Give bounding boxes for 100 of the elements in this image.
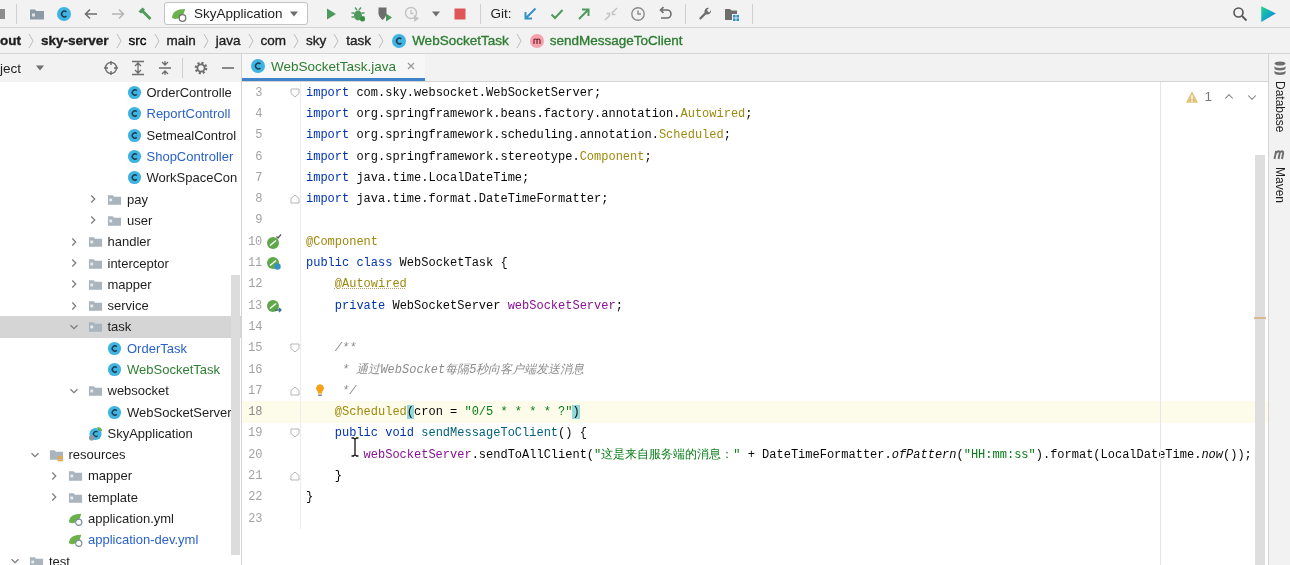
- tree-item[interactable]: ShopController: [0, 145, 241, 168]
- fold-marker-icon[interactable]: [290, 194, 300, 205]
- clock-icon[interactable]: [630, 5, 647, 22]
- breadcrumb-item[interactable]: main: [166, 33, 196, 48]
- line-number: 22: [247, 490, 263, 505]
- fold-marker-icon[interactable]: [290, 343, 300, 354]
- line-number: 21: [247, 469, 263, 483]
- caret-icon[interactable]: [431, 10, 442, 17]
- gear-icon[interactable]: [192, 60, 209, 76]
- line-number: 3: [254, 85, 263, 100]
- class-icon: [126, 170, 142, 186]
- caret-icon[interactable]: [35, 65, 45, 71]
- scrollbar-thumb[interactable]: [231, 275, 240, 555]
- code-line: import org.springframework.scheduling.annotation.Scheduled;: [306, 128, 731, 143]
- chevron-icon: [153, 32, 160, 49]
- spring-class-icon: [87, 425, 103, 441]
- code-line: private WebSocketServer webSocketServer;: [334, 298, 623, 313]
- caret-icon: [288, 10, 299, 17]
- code-line: import com.sky.websocket.WebSocketServer;: [306, 85, 602, 100]
- panel-title[interactable]: ject: [0, 60, 21, 76]
- tree-item[interactable]: mapper: [0, 273, 241, 295]
- arrow-down-left-icon[interactable]: [522, 5, 539, 22]
- collapse-all-icon[interactable]: [156, 60, 173, 76]
- tree-item[interactable]: task: [0, 316, 241, 338]
- tree-item[interactable]: WorkSpaceCon: [0, 167, 241, 189]
- yml-file-icon: [68, 511, 83, 527]
- tool-window-button[interactable]: Maven: [1271, 146, 1288, 204]
- tree-item[interactable]: handler: [0, 231, 241, 253]
- breadcrumb-item[interactable]: task: [346, 33, 372, 48]
- hammer-icon[interactable]: [136, 5, 153, 22]
- tree-item[interactable]: user: [0, 209, 241, 232]
- resources-folder-icon: [48, 447, 64, 463]
- line-number: 14: [247, 319, 263, 334]
- lightbulb-icon[interactable]: [313, 382, 327, 399]
- wrench-icon[interactable]: [697, 5, 714, 22]
- run-configuration-dropdown[interactable]: SkyApplication: [164, 2, 308, 25]
- shield-play-icon[interactable]: [377, 5, 394, 22]
- line-number: 4: [254, 106, 263, 121]
- search-icon[interactable]: [1231, 5, 1248, 22]
- line-number: 8: [254, 192, 263, 207]
- expand-all-icon[interactable]: [129, 60, 146, 76]
- tree-item[interactable]: pay: [0, 188, 241, 210]
- class-icon: [126, 106, 142, 122]
- chevron-icon: [333, 32, 340, 49]
- code-line: /**: [334, 341, 357, 356]
- tree-item[interactable]: test: [0, 550, 241, 565]
- code-line: }: [334, 469, 342, 483]
- tree-item[interactable]: application.yml: [0, 507, 241, 530]
- spring-bean-icon[interactable]: [266, 297, 283, 314]
- spring-bean-icon[interactable]: [266, 255, 283, 271]
- line-number: 7: [254, 170, 263, 185]
- chevron-icon: [202, 32, 209, 49]
- code-line: @Component: [306, 234, 378, 249]
- undo-icon[interactable]: [657, 5, 674, 22]
- class-icon: [107, 362, 122, 377]
- tree-item[interactable]: SkyApplication: [0, 422, 241, 445]
- fold-marker-icon[interactable]: [290, 428, 300, 439]
- folder-icon: [87, 319, 103, 335]
- breadcrumb-item[interactable]: java: [215, 33, 241, 48]
- breadcrumb-item[interactable]: sendMessageToClient: [528, 32, 683, 49]
- breadcrumb-item[interactable]: src: [128, 33, 147, 48]
- chevron-icon: [293, 32, 300, 49]
- breadcrumb-item[interactable]: WebSocketTask: [391, 32, 509, 49]
- inspection-widget[interactable]: 1: [1185, 89, 1258, 104]
- tree-item[interactable]: service: [0, 294, 241, 317]
- tree-item[interactable]: application-dev.yml: [0, 529, 241, 551]
- code-line: public class WebSocketTask {: [306, 256, 508, 270]
- warning-icon: [1185, 89, 1200, 104]
- tree-item[interactable]: OrderControlle: [0, 82, 241, 104]
- tree-item[interactable]: WebSocketTask: [0, 358, 241, 381]
- spring-bean-icon[interactable]: [266, 233, 283, 250]
- code-line: * 通过WebSocket每隔5秒向客户端发送消息: [342, 362, 585, 378]
- tree-item[interactable]: websocket: [0, 380, 241, 402]
- breadcrumb-item[interactable]: out: [0, 33, 21, 48]
- tree-item[interactable]: template: [0, 486, 241, 508]
- tree-item[interactable]: OrderTask: [0, 337, 241, 359]
- fold-marker-icon[interactable]: [290, 87, 300, 98]
- fold-marker-icon[interactable]: [290, 385, 300, 396]
- tree-item[interactable]: SetmealControl: [0, 124, 241, 146]
- breadcrumb-item[interactable]: com: [260, 33, 287, 48]
- tree-item[interactable]: WebSocketServer: [0, 401, 241, 423]
- fold-marker-icon[interactable]: [290, 471, 300, 481]
- class-icon[interactable]: [55, 5, 72, 22]
- tree-item[interactable]: interceptor: [0, 252, 241, 274]
- scrollbar-thumb[interactable]: [1255, 155, 1265, 565]
- chevron-icon: [115, 32, 122, 49]
- folder-icon: [87, 234, 103, 250]
- tree-item[interactable]: ReportControll: [0, 103, 241, 125]
- bug-icon[interactable]: [350, 5, 367, 22]
- breadcrumb-item[interactable]: sky-server: [41, 33, 109, 48]
- tool-window-button[interactable]: Database: [1271, 60, 1288, 133]
- logo-icon[interactable]: [1258, 4, 1277, 23]
- tree-item[interactable]: mapper: [0, 465, 241, 487]
- code-line: import java.time.format.DateTimeFormatter;: [306, 192, 609, 207]
- breadcrumb-item[interactable]: sky: [306, 33, 327, 48]
- code-line: import org.springframework.beans.factory.annotation.Autowired;: [306, 106, 753, 121]
- class-icon: [126, 85, 142, 101]
- tree-item[interactable]: resources: [0, 444, 241, 466]
- editor-tab[interactable]: WebSocketTask.java: [242, 54, 426, 81]
- crosshair-icon[interactable]: [102, 60, 119, 76]
